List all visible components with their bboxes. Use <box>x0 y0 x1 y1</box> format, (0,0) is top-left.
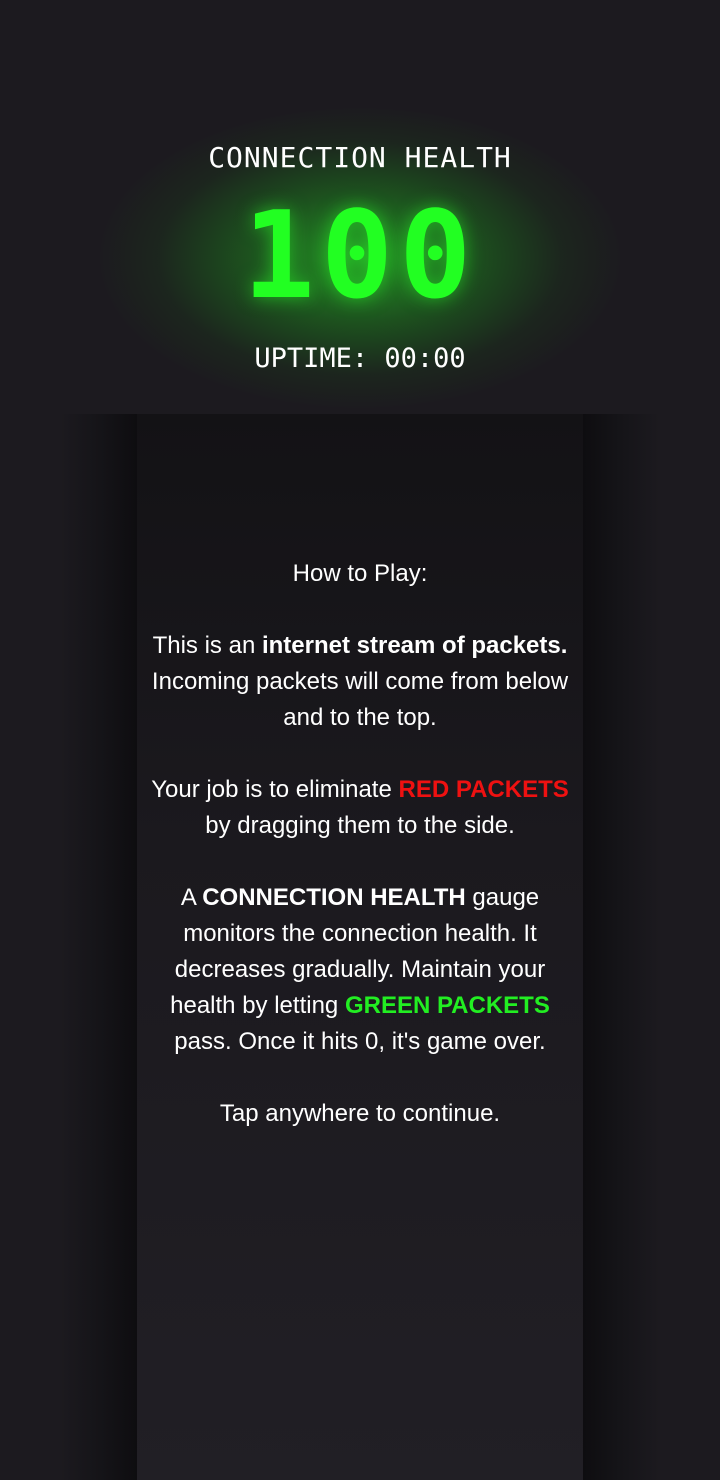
text-emphasis: CONNECTION HEALTH <box>202 884 466 911</box>
text-segment: by dragging them to the side. <box>205 812 515 839</box>
text-segment: pass. Once it hits 0, it's game over. <box>174 1028 546 1055</box>
hud-panel: CONNECTION HEALTH 100 UPTIME: 00:00 <box>0 0 720 414</box>
instructions-heading: How to Play: <box>292 560 428 587</box>
how-to-play-overlay[interactable]: How to Play: This is an internet stream … <box>150 556 570 1168</box>
text-segment: This is an <box>152 632 262 659</box>
text-segment: Incoming packets will come from below an… <box>151 668 569 731</box>
tap-to-continue[interactable]: Tap anywhere to continue. <box>150 1096 570 1132</box>
text-emphasis: internet stream of packets. <box>261 632 568 659</box>
red-packets-label: RED PACKETS <box>398 776 569 803</box>
instructions-paragraph-stream: This is an internet stream of packets. I… <box>150 628 570 736</box>
health-value: 100 <box>242 187 478 326</box>
green-packets-label: GREEN PACKETS <box>344 992 550 1019</box>
text-segment: A <box>180 884 203 911</box>
uptime-value: 00:00 <box>384 343 466 374</box>
instructions-paragraph-red: Your job is to eliminate RED PACKETS by … <box>150 772 570 844</box>
instructions-paragraph-health: A CONNECTION HEALTH gauge monitors the c… <box>150 880 570 1060</box>
text-segment: Your job is to eliminate <box>151 776 399 803</box>
health-title: CONNECTION HEALTH <box>208 141 512 174</box>
uptime-readout: UPTIME: 00:00 <box>0 343 720 374</box>
uptime-label: UPTIME: <box>254 343 369 374</box>
